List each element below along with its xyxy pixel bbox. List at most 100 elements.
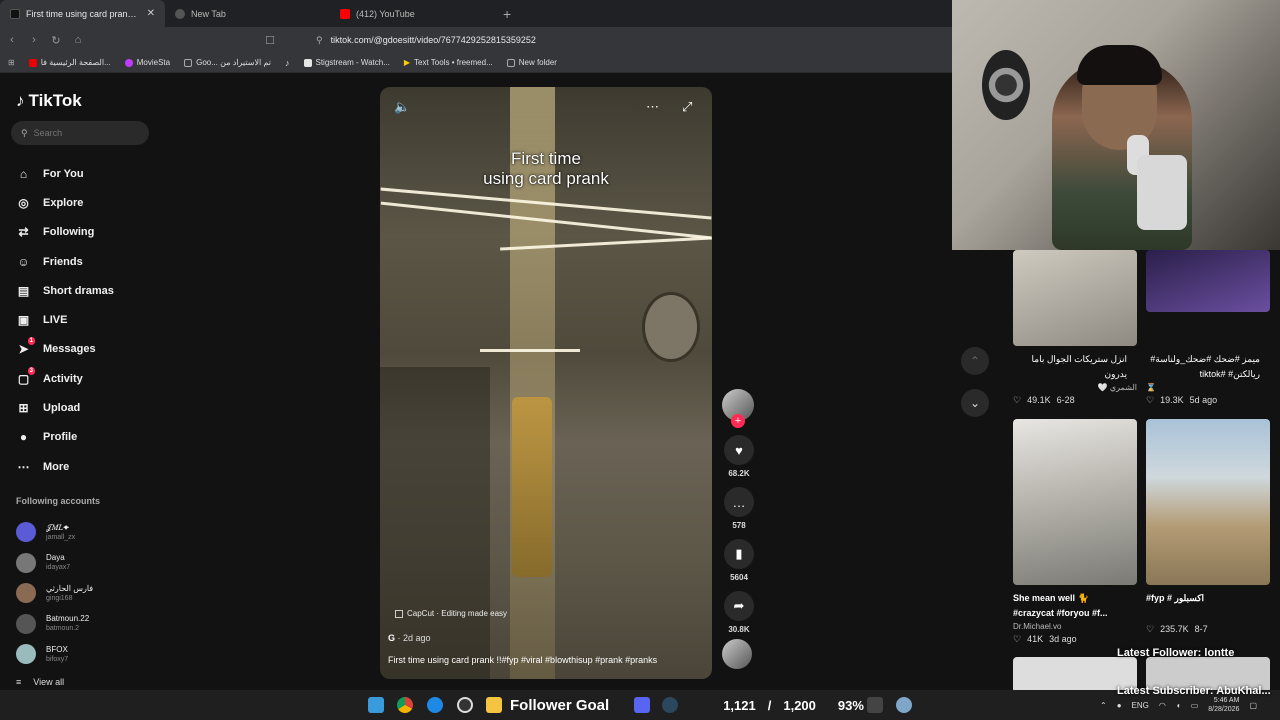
video-card[interactable]: She mean well 🐈 #crazycat #foryou #f... … xyxy=(1013,419,1137,645)
comment-count: 578 xyxy=(732,521,746,530)
account-name: فارس الحارثي xyxy=(46,583,94,593)
bookmark-item[interactable]: Stigstream - Watch... xyxy=(303,58,390,67)
account-name: 𝒥𝑀𝐿✦ xyxy=(46,522,70,532)
video-thumbnail[interactable] xyxy=(1013,419,1137,585)
clock[interactable]: 5:46 AM 8/28/2026 xyxy=(1208,696,1239,714)
following-account[interactable]: Daya idayax7 xyxy=(16,548,93,579)
volume-icon[interactable]: 🔈 xyxy=(394,99,410,115)
video-thumbnail[interactable] xyxy=(1146,419,1270,585)
new-tab-button[interactable]: + xyxy=(495,0,519,27)
tab-tiktok[interactable]: First time using card prank !! #fy ✕ xyxy=(0,0,165,27)
sidebar-item-more[interactable]: ⋯ More xyxy=(16,452,114,481)
tab-title: New Tab xyxy=(191,8,226,19)
sidebar-item-activity[interactable]: ▢ 3 Activity xyxy=(16,364,114,393)
bookmark-favicon xyxy=(124,58,133,67)
back-icon[interactable]: ‹ xyxy=(6,34,18,46)
explorer-icon[interactable] xyxy=(486,697,502,713)
following-account[interactable]: BFOX bifoxy7 xyxy=(16,639,93,670)
video-thumbnail[interactable] xyxy=(1146,250,1270,312)
share-action[interactable]: ➦ 30.8K xyxy=(722,591,756,643)
bookmark-item[interactable]: ♪ xyxy=(285,58,290,68)
tab-new[interactable]: New Tab xyxy=(165,0,330,27)
fullscreen-icon[interactable]: ⤢ xyxy=(682,99,692,115)
tiktok-logo[interactable]: ♪ TikTok xyxy=(16,91,82,111)
reload-icon[interactable]: ↻ xyxy=(50,34,62,47)
site-info-icon[interactable]: ⚲ xyxy=(316,35,323,46)
url-field[interactable]: ⚲ tiktok.com/@gdoesitt/video/76774292528… xyxy=(316,35,536,46)
previous-video-button[interactable]: ⌃ xyxy=(961,347,989,375)
video-card[interactable]: #fyp # اكسبلور ♡ 235.7K 8-7 xyxy=(1146,419,1270,635)
sidebar-item-live[interactable]: ▣ LIVE xyxy=(16,305,114,334)
bookmark-icon[interactable]: ☐ xyxy=(264,34,276,47)
following-account[interactable]: فارس الحارثي gingi168 xyxy=(16,578,93,609)
comment-icon[interactable]: … xyxy=(724,487,754,517)
wifi-icon[interactable]: ◠ xyxy=(1159,701,1166,710)
video-author[interactable]: G · 2d ago xyxy=(388,633,431,643)
sidebar-item-explore[interactable]: ◎ Explore xyxy=(16,188,114,217)
sidebar-item-label: LIVE xyxy=(43,314,68,327)
sound-avatar[interactable] xyxy=(722,639,752,669)
sidebar-item-for-you[interactable]: ⌂ For You xyxy=(16,159,114,188)
account-text: Daya idayax7 xyxy=(46,553,70,572)
following-account[interactable]: 𝒥𝑀𝐿✦ jamall_zx xyxy=(16,517,93,548)
bookmark-item[interactable]: New folder xyxy=(506,58,557,67)
home-icon[interactable]: ⌂ xyxy=(72,34,84,46)
friends-icon: ☺ xyxy=(17,254,30,269)
save-action[interactable]: ▮ 5604 xyxy=(722,539,756,591)
sidebar-item-upload[interactable]: ⊞ Upload xyxy=(16,393,114,422)
video-card[interactable]: ميمز #ضحك #ضحك_ولناسة# ريالكتن# #tiktok … xyxy=(1146,250,1270,406)
obs-icon[interactable] xyxy=(457,697,473,713)
search-box[interactable]: ⚲ xyxy=(11,121,149,145)
notification-icon[interactable]: ▢ xyxy=(1249,701,1257,710)
bookmark-item[interactable]: Goo... تم الاستيراد من xyxy=(184,58,271,67)
bookmark-item[interactable]: MovieSta xyxy=(124,58,170,67)
apps-icon[interactable]: ⊞ xyxy=(8,58,15,67)
capcut-link[interactable]: CapCut · Editing made easy xyxy=(395,609,507,618)
forward-icon[interactable]: › xyxy=(28,34,40,46)
send-icon: ➤ 1 xyxy=(18,337,35,357)
goal-separator: / xyxy=(767,697,772,713)
video-player[interactable]: 🔈 ⋯ ⤢ First time using card prank CapCut… xyxy=(380,87,712,679)
share-icon[interactable]: ➦ xyxy=(724,591,754,621)
sidebar-item-label: Explore xyxy=(43,196,84,209)
volume-icon[interactable]: ◖ xyxy=(1176,701,1181,710)
bookmark-item[interactable]: الصفحة الرئيسية فا... xyxy=(28,58,111,67)
creator-avatar[interactable]: + xyxy=(722,389,754,428)
video-card[interactable]: انزل ستريكات الجوال باما يدرون #الشعب_ال… xyxy=(1013,250,1137,406)
chevron-up-icon[interactable]: ⌃ xyxy=(1100,701,1107,710)
language-indicator[interactable]: ENG xyxy=(1132,701,1149,710)
mic-icon[interactable]: ● xyxy=(1117,701,1122,710)
bookmark-icon[interactable]: ▮ xyxy=(724,539,754,569)
close-icon[interactable]: ✕ xyxy=(147,8,155,19)
windows-start-icon[interactable] xyxy=(368,697,384,713)
next-video-button[interactable]: ⌄ xyxy=(961,389,989,417)
account-handle: bifoxy7 xyxy=(46,655,69,663)
search-input[interactable] xyxy=(33,128,134,138)
sidebar-item-friends[interactable]: ☺ Friends xyxy=(16,247,114,276)
chrome-icon[interactable] xyxy=(397,697,413,713)
bookmark-item[interactable]: ▶ Text Tools • freemed... xyxy=(404,58,493,67)
comment-action[interactable]: … 578 xyxy=(722,487,756,539)
sidebar-item-messages[interactable]: ➤ 1 Messages xyxy=(16,335,114,364)
settings-icon[interactable] xyxy=(896,697,912,713)
app-icon[interactable] xyxy=(867,697,883,713)
like-action[interactable]: ♥ 68.2K xyxy=(722,435,756,487)
view-all-link[interactable]: ≡ View all xyxy=(16,677,64,687)
edge-icon[interactable] xyxy=(427,697,443,713)
arrow-icon: ▶ xyxy=(403,58,411,67)
video-thumbnail[interactable] xyxy=(1013,250,1137,346)
sidebar-item-short-dramas[interactable]: ▤ Short dramas xyxy=(16,276,114,305)
phone xyxy=(1137,155,1187,230)
latest-follower: Latest Follower: lontte xyxy=(1117,647,1235,659)
sidebar-item-following[interactable]: ⇄ Following xyxy=(16,218,114,247)
ceiling-light xyxy=(480,349,580,352)
follow-plus-icon[interactable]: + xyxy=(731,414,745,428)
tab-youtube[interactable]: (412) YouTube xyxy=(330,0,495,27)
sidebar-item-profile[interactable]: ● Profile xyxy=(16,423,114,452)
system-tray: ⌃ ● ENG ◠ ◖ ▭ 5:46 AM 8/28/2026 ▢ xyxy=(1100,690,1257,720)
related-videos-grid: انزل ستريكات الجوال باما يدرون #الشعب_ال… xyxy=(1003,250,1280,693)
following-account[interactable]: Batmoun.22 batmoun.2 xyxy=(16,609,93,640)
heart-icon[interactable]: ♥ xyxy=(724,435,754,465)
more-options-icon[interactable]: ⋯ xyxy=(646,99,659,115)
battery-icon[interactable]: ▭ xyxy=(1191,701,1199,710)
